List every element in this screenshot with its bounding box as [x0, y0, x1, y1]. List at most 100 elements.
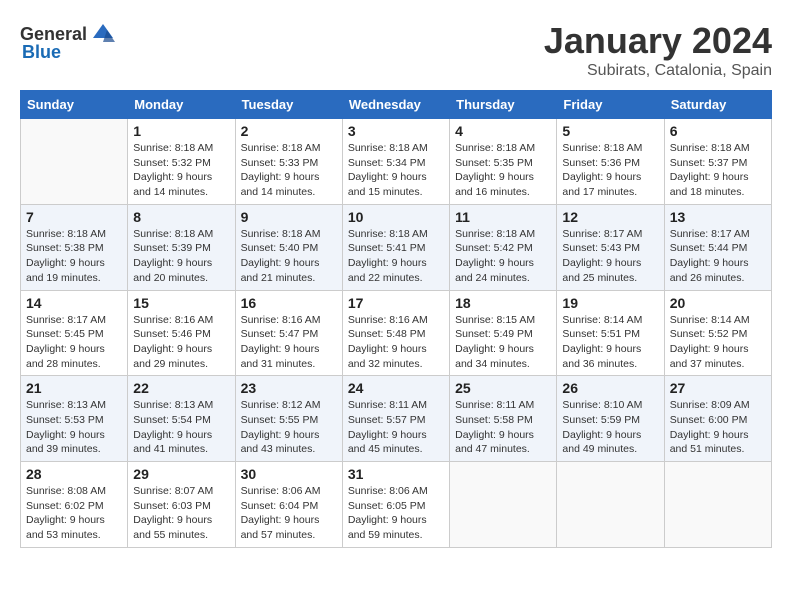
- day-number: 16: [241, 295, 337, 311]
- day-number: 18: [455, 295, 551, 311]
- calendar-body: 1Sunrise: 8:18 AMSunset: 5:32 PMDaylight…: [21, 119, 772, 548]
- header: General Blue January 2024 Subirats, Cata…: [20, 20, 772, 80]
- calendar-cell: 11 Sunrise: 8:18 AMSunset: 5:42 PMDayligh…: [450, 204, 557, 290]
- day-number: 21: [26, 380, 122, 396]
- calendar-cell: 23 Sunrise: 8:12 AMSunset: 5:55 PMDayligh…: [235, 376, 342, 462]
- day-info: Sunrise: 8:17 AMSunset: 5:45 PMDaylight:…: [26, 313, 122, 372]
- day-number: 15: [133, 295, 229, 311]
- day-info: Sunrise: 8:18 AMSunset: 5:40 PMDaylight:…: [241, 227, 337, 286]
- day-info: Sunrise: 8:18 AMSunset: 5:35 PMDaylight:…: [455, 141, 551, 200]
- calendar-cell: 28 Sunrise: 8:08 AMSunset: 6:02 PMDayligh…: [21, 462, 128, 548]
- day-info: Sunrise: 8:09 AMSunset: 6:00 PMDaylight:…: [670, 398, 766, 457]
- day-number: 14: [26, 295, 122, 311]
- col-header-thursday: Thursday: [450, 91, 557, 119]
- location-title: Subirats, Catalonia, Spain: [544, 62, 772, 80]
- calendar-cell: 12Sunrise: 8:17 AMSunset: 5:43 PMDayligh…: [557, 204, 664, 290]
- col-header-friday: Friday: [557, 91, 664, 119]
- calendar-cell: 22 Sunrise: 8:13 AMSunset: 5:54 PMDayligh…: [128, 376, 235, 462]
- day-info: Sunrise: 8:10 AMSunset: 5:59 PMDaylight:…: [562, 398, 658, 457]
- day-number: 11: [455, 209, 551, 225]
- day-info: Sunrise: 8:18 AMSunset: 5:38 PMDaylight:…: [26, 227, 122, 286]
- calendar-cell: 21 Sunrise: 8:13 AMSunset: 5:53 PMDayligh…: [21, 376, 128, 462]
- day-number: 13: [670, 209, 766, 225]
- week-row-3: 21 Sunrise: 8:13 AMSunset: 5:53 PMDayligh…: [21, 376, 772, 462]
- calendar-cell: 6 Sunrise: 8:18 AMSunset: 5:37 PMDaylight…: [664, 119, 771, 205]
- col-header-monday: Monday: [128, 91, 235, 119]
- day-number: 30: [241, 466, 337, 482]
- col-header-sunday: Sunday: [21, 91, 128, 119]
- column-headers-row: SundayMondayTuesdayWednesdayThursdayFrid…: [21, 91, 772, 119]
- day-info: Sunrise: 8:17 AMSunset: 5:44 PMDaylight:…: [670, 227, 766, 286]
- day-number: 10: [348, 209, 444, 225]
- calendar-cell: 7 Sunrise: 8:18 AMSunset: 5:38 PMDaylight…: [21, 204, 128, 290]
- day-number: 5: [562, 123, 658, 139]
- day-info: Sunrise: 8:13 AMSunset: 5:53 PMDaylight:…: [26, 398, 122, 457]
- day-number: 31: [348, 466, 444, 482]
- day-number: 19: [562, 295, 658, 311]
- day-info: Sunrise: 8:18 AMSunset: 5:39 PMDaylight:…: [133, 227, 229, 286]
- calendar-cell: 27 Sunrise: 8:09 AMSunset: 6:00 PMDayligh…: [664, 376, 771, 462]
- day-info: Sunrise: 8:18 AMSunset: 5:34 PMDaylight:…: [348, 141, 444, 200]
- day-info: Sunrise: 8:16 AMSunset: 5:47 PMDaylight:…: [241, 313, 337, 372]
- calendar-cell: 19 Sunrise: 8:14 AMSunset: 5:51 PMDayligh…: [557, 290, 664, 376]
- day-number: 23: [241, 380, 337, 396]
- logo-icon: [89, 20, 117, 48]
- week-row-0: 1Sunrise: 8:18 AMSunset: 5:32 PMDaylight…: [21, 119, 772, 205]
- calendar-cell: 14 Sunrise: 8:17 AMSunset: 5:45 PMDayligh…: [21, 290, 128, 376]
- calendar-cell: 26 Sunrise: 8:10 AMSunset: 5:59 PMDayligh…: [557, 376, 664, 462]
- day-info: Sunrise: 8:07 AMSunset: 6:03 PMDaylight:…: [133, 484, 229, 543]
- day-info: Sunrise: 8:14 AMSunset: 5:52 PMDaylight:…: [670, 313, 766, 372]
- day-info: Sunrise: 8:11 AMSunset: 5:57 PMDaylight:…: [348, 398, 444, 457]
- day-number: 26: [562, 380, 658, 396]
- day-number: 27: [670, 380, 766, 396]
- day-info: Sunrise: 8:16 AMSunset: 5:46 PMDaylight:…: [133, 313, 229, 372]
- day-info: Sunrise: 8:15 AMSunset: 5:49 PMDaylight:…: [455, 313, 551, 372]
- logo: General Blue: [20, 20, 117, 63]
- week-row-1: 7 Sunrise: 8:18 AMSunset: 5:38 PMDaylight…: [21, 204, 772, 290]
- day-number: 6: [670, 123, 766, 139]
- calendar-cell: 31Sunrise: 8:06 AMSunset: 6:05 PMDayligh…: [342, 462, 449, 548]
- day-info: Sunrise: 8:18 AMSunset: 5:41 PMDaylight:…: [348, 227, 444, 286]
- day-number: 7: [26, 209, 122, 225]
- day-number: 1: [133, 123, 229, 139]
- calendar-cell: [664, 462, 771, 548]
- week-row-4: 28 Sunrise: 8:08 AMSunset: 6:02 PMDayligh…: [21, 462, 772, 548]
- day-info: Sunrise: 8:11 AMSunset: 5:58 PMDaylight:…: [455, 398, 551, 457]
- calendar-cell: 3Sunrise: 8:18 AMSunset: 5:34 PMDaylight…: [342, 119, 449, 205]
- calendar-cell: 16 Sunrise: 8:16 AMSunset: 5:47 PMDayligh…: [235, 290, 342, 376]
- day-info: Sunrise: 8:14 AMSunset: 5:51 PMDaylight:…: [562, 313, 658, 372]
- day-info: Sunrise: 8:18 AMSunset: 5:33 PMDaylight:…: [241, 141, 337, 200]
- day-number: 20: [670, 295, 766, 311]
- day-number: 24: [348, 380, 444, 396]
- calendar-cell: 5Sunrise: 8:18 AMSunset: 5:36 PMDaylight…: [557, 119, 664, 205]
- calendar-cell: 30Sunrise: 8:06 AMSunset: 6:04 PMDayligh…: [235, 462, 342, 548]
- day-number: 29: [133, 466, 229, 482]
- title-area: January 2024 Subirats, Catalonia, Spain: [544, 20, 772, 80]
- day-number: 28: [26, 466, 122, 482]
- day-info: Sunrise: 8:12 AMSunset: 5:55 PMDaylight:…: [241, 398, 337, 457]
- calendar-cell: 8 Sunrise: 8:18 AMSunset: 5:39 PMDaylight…: [128, 204, 235, 290]
- day-number: 2: [241, 123, 337, 139]
- calendar-table: SundayMondayTuesdayWednesdayThursdayFrid…: [20, 90, 772, 548]
- day-info: Sunrise: 8:18 AMSunset: 5:42 PMDaylight:…: [455, 227, 551, 286]
- calendar-cell: 9Sunrise: 8:18 AMSunset: 5:40 PMDaylight…: [235, 204, 342, 290]
- col-header-tuesday: Tuesday: [235, 91, 342, 119]
- calendar-cell: [450, 462, 557, 548]
- calendar-cell: 25 Sunrise: 8:11 AMSunset: 5:58 PMDayligh…: [450, 376, 557, 462]
- day-number: 8: [133, 209, 229, 225]
- day-info: Sunrise: 8:18 AMSunset: 5:37 PMDaylight:…: [670, 141, 766, 200]
- calendar-cell: 17Sunrise: 8:16 AMSunset: 5:48 PMDayligh…: [342, 290, 449, 376]
- calendar-cell: 18 Sunrise: 8:15 AMSunset: 5:49 PMDayligh…: [450, 290, 557, 376]
- day-number: 22: [133, 380, 229, 396]
- calendar-cell: 1Sunrise: 8:18 AMSunset: 5:32 PMDaylight…: [128, 119, 235, 205]
- week-row-2: 14 Sunrise: 8:17 AMSunset: 5:45 PMDayligh…: [21, 290, 772, 376]
- day-info: Sunrise: 8:08 AMSunset: 6:02 PMDaylight:…: [26, 484, 122, 543]
- calendar-cell: 15 Sunrise: 8:16 AMSunset: 5:46 PMDayligh…: [128, 290, 235, 376]
- col-header-saturday: Saturday: [664, 91, 771, 119]
- calendar-cell: 4Sunrise: 8:18 AMSunset: 5:35 PMDaylight…: [450, 119, 557, 205]
- day-info: Sunrise: 8:13 AMSunset: 5:54 PMDaylight:…: [133, 398, 229, 457]
- month-title: January 2024: [544, 20, 772, 62]
- day-number: 25: [455, 380, 551, 396]
- day-info: Sunrise: 8:17 AMSunset: 5:43 PMDaylight:…: [562, 227, 658, 286]
- calendar-cell: [557, 462, 664, 548]
